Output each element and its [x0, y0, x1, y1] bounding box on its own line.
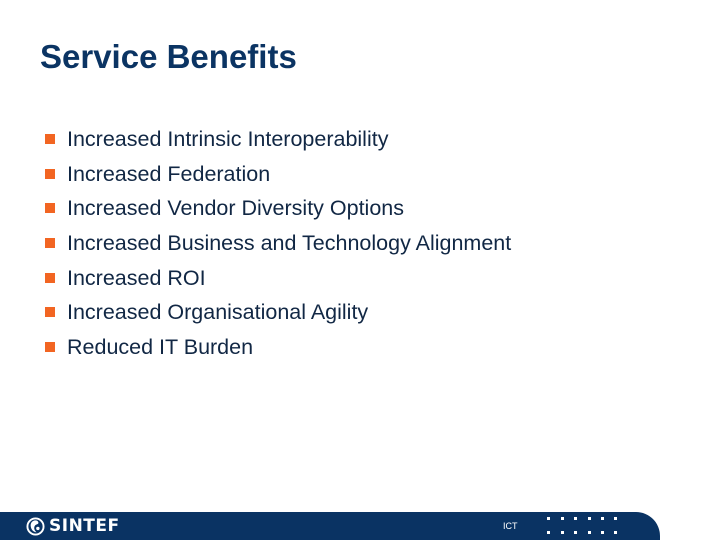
- bullet-label: Increased Intrinsic Interoperability: [67, 127, 389, 151]
- department-label: ICT: [503, 521, 518, 531]
- decorative-dot: [614, 517, 617, 520]
- bullet-item: Reduced IT Burden: [45, 330, 511, 365]
- bullet-label: Increased Vendor Diversity Options: [67, 196, 404, 221]
- square-bullet-icon: [45, 342, 55, 353]
- bullet-label: Increased ROI: [67, 265, 206, 290]
- decorative-dot: [561, 531, 564, 534]
- square-bullet-icon: [45, 238, 55, 249]
- sintef-logo: SINTEF: [26, 516, 120, 536]
- bullet-item: Increased Vendor Diversity Options: [45, 191, 511, 226]
- decorative-dot: [588, 517, 591, 520]
- decorative-dot: [601, 517, 604, 520]
- decorative-dot: [588, 531, 591, 534]
- bullet-item: Increased ROI: [45, 261, 511, 296]
- bullet-label: Reduced IT Burden: [67, 335, 254, 360]
- slide-title: Service Benefits: [40, 38, 297, 75]
- bullet-list: Increased Intrinsic Interoperability Inc…: [45, 122, 511, 365]
- bullet-item: Increased Federation: [45, 157, 511, 192]
- bullet-label: Increased Business and Technology Alignm…: [67, 231, 512, 256]
- logo-text: SINTEF: [49, 516, 120, 536]
- sintef-logo-icon: [26, 516, 45, 536]
- decorative-dot: [574, 531, 577, 534]
- decorative-dot: [614, 531, 617, 534]
- square-bullet-icon: [45, 168, 55, 179]
- square-bullet-icon: [45, 307, 55, 318]
- bullet-item: Increased Intrinsic Interoperability: [45, 122, 511, 157]
- decorative-dot: [561, 517, 564, 520]
- decorative-dot: [574, 517, 577, 520]
- square-bullet-icon: [45, 272, 55, 283]
- decorative-dot: [547, 531, 550, 534]
- bullet-item: Increased Business and Technology Alignm…: [45, 226, 511, 261]
- bullet-label: Increased Organisational Agility: [67, 300, 369, 325]
- bullet-item: Increased Organisational Agility: [45, 295, 511, 330]
- decorative-dot: [601, 531, 604, 534]
- bullet-label: Increased Federation: [67, 161, 271, 186]
- square-bullet-icon: [45, 134, 55, 144]
- square-bullet-icon: [45, 203, 55, 214]
- decorative-dot: [547, 517, 550, 520]
